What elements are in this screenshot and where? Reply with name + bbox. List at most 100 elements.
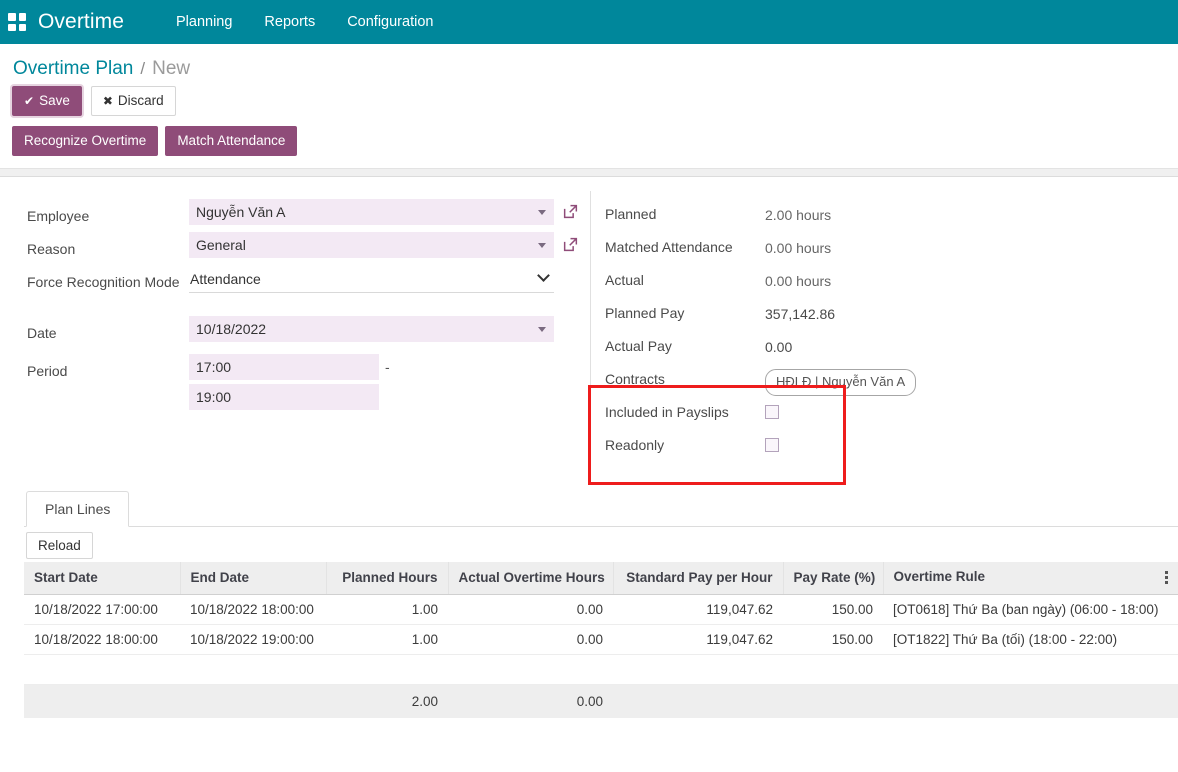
cell-actual-overtime-hours: 0.00 — [448, 595, 613, 625]
planned-pay-value: 357,142.86 — [765, 298, 835, 325]
form-sheet: Employee Nguyễn Văn A — [0, 177, 1178, 718]
record-action-buttons: ✔ Save ✖ Discard — [0, 86, 1178, 116]
field-actual: Actual 0.00 hours — [605, 265, 1150, 298]
force-recognition-mode-select[interactable]: Attendance — [189, 265, 554, 293]
column-standard-pay-per-hour[interactable]: Standard Pay per Hour — [613, 562, 783, 595]
table-totals-row: 2.00 0.00 — [24, 685, 1178, 719]
menu-planning[interactable]: Planning — [160, 0, 248, 44]
field-force-recognition-mode: Force Recognition Mode Attendance — [27, 265, 590, 298]
field-period: Period 17:00 - 19:00 — [27, 354, 590, 410]
matched-attendance-label: Matched Attendance — [605, 232, 765, 258]
apps-grid-icon[interactable] — [8, 13, 26, 31]
field-employee: Employee Nguyễn Văn A — [27, 199, 590, 232]
cell-end-date: 10/18/2022 19:00:00 — [180, 625, 326, 655]
actual-value: 0.00 hours — [765, 265, 831, 292]
force-recognition-mode-value: Attendance — [190, 271, 261, 287]
menu-reports[interactable]: Reports — [248, 0, 331, 44]
readonly-label: Readonly — [605, 430, 765, 456]
apps-grid-square — [8, 13, 16, 21]
force-recognition-mode-label: Force Recognition Mode — [27, 265, 189, 293]
cell-planned-hours: 1.00 — [326, 625, 448, 655]
contracts-label: Contracts — [605, 364, 765, 390]
table-row[interactable]: 10/18/2022 17:00:00 10/18/2022 18:00:00 … — [24, 595, 1178, 625]
employee-input[interactable]: Nguyễn Văn A — [189, 199, 554, 225]
period-from-input[interactable]: 17:00 — [189, 354, 379, 380]
kebab-menu-icon[interactable] — [1165, 571, 1168, 586]
period-to-input[interactable]: 19:00 — [189, 384, 379, 410]
period-separator: - — [385, 354, 390, 380]
field-actual-pay: Actual Pay 0.00 — [605, 331, 1150, 364]
table-header: Start Date End Date Planned Hours Actual… — [24, 562, 1178, 595]
chevron-down-icon — [537, 269, 550, 282]
field-planned: Planned 2.00 hours — [605, 199, 1150, 232]
column-actual-overtime-hours[interactable]: Actual Overtime Hours — [448, 562, 613, 595]
field-date: Date 10/18/2022 — [27, 316, 590, 349]
reload-button[interactable]: Reload — [26, 532, 93, 559]
cell-start-date: 10/18/2022 17:00:00 — [24, 595, 180, 625]
date-label: Date — [27, 316, 189, 344]
actual-pay-label: Actual Pay — [605, 331, 765, 357]
cell-pay-rate: 150.00 — [783, 595, 883, 625]
column-planned-hours[interactable]: Planned Hours — [326, 562, 448, 595]
field-readonly: Readonly — [605, 430, 1150, 463]
reason-input[interactable]: General — [189, 232, 554, 258]
save-button-label: Save — [39, 92, 70, 110]
table-footer: 2.00 0.00 — [24, 685, 1178, 719]
top-navbar: Overtime Planning Reports Configuration — [0, 0, 1178, 44]
chevron-down-icon[interactable] — [538, 243, 546, 248]
reason-external-link-icon[interactable] — [562, 236, 579, 253]
notebook-tabs: Plan Lines — [24, 491, 1178, 527]
form-column-left: Employee Nguyễn Văn A — [0, 199, 590, 463]
apps-grid-square — [8, 24, 16, 32]
breadcrumb-root[interactable]: Overtime Plan — [13, 58, 133, 80]
recognize-overtime-button[interactable]: Recognize Overtime — [12, 126, 158, 156]
cell-start-date: 10/18/2022 18:00:00 — [24, 625, 180, 655]
field-planned-pay: Planned Pay 357,142.86 — [605, 298, 1150, 331]
breadcrumb-separator: / — [140, 59, 145, 79]
cell-overtime-rule: [OT1822] Thứ Ba (tối) (18:00 - 22:00) — [883, 625, 1178, 655]
field-included-in-payslips: Included in Payslips — [605, 397, 1150, 430]
contracts-tag[interactable]: HĐLĐ | Nguyễn Văn A — [765, 369, 916, 396]
notebook: Plan Lines Reload Start Date End Date Pl… — [0, 491, 1178, 718]
readonly-checkbox[interactable] — [765, 438, 779, 452]
date-value: 10/18/2022 — [196, 321, 266, 337]
employee-external-link-icon[interactable] — [562, 203, 579, 220]
chevron-down-icon[interactable] — [538, 210, 546, 215]
check-icon: ✔ — [24, 92, 34, 110]
included-in-payslips-checkbox[interactable] — [765, 405, 779, 419]
planned-label: Planned — [605, 199, 765, 225]
cell-pay-rate: 150.00 — [783, 625, 883, 655]
cell-overtime-rule: [OT0618] Thứ Ba (ban ngày) (06:00 - 18:0… — [883, 595, 1178, 625]
chevron-down-icon[interactable] — [538, 327, 546, 332]
column-overtime-rule-label: Overtime Rule — [894, 569, 986, 584]
field-matched-attendance: Matched Attendance 0.00 hours — [605, 232, 1150, 265]
discard-button-label: Discard — [118, 92, 164, 110]
date-input[interactable]: 10/18/2022 — [189, 316, 554, 342]
planned-pay-label: Planned Pay — [605, 298, 765, 324]
cell-end-date: 10/18/2022 18:00:00 — [180, 595, 326, 625]
apps-grid-square — [19, 24, 27, 32]
column-pay-rate[interactable]: Pay Rate (%) — [783, 562, 883, 595]
close-icon: ✖ — [103, 92, 113, 110]
period-label: Period — [27, 354, 189, 382]
employee-value: Nguyễn Văn A — [196, 204, 286, 220]
save-button[interactable]: ✔ Save — [12, 86, 82, 116]
table-row-empty[interactable] — [24, 655, 1178, 685]
field-reason: Reason General — [27, 232, 590, 265]
column-end-date[interactable]: End Date — [180, 562, 326, 595]
menu-configuration[interactable]: Configuration — [331, 0, 449, 44]
table-row[interactable]: 10/18/2022 18:00:00 10/18/2022 19:00:00 … — [24, 625, 1178, 655]
cell-actual-overtime-hours: 0.00 — [448, 625, 613, 655]
cell-planned-hours: 1.00 — [326, 595, 448, 625]
column-overtime-rule[interactable]: Overtime Rule — [883, 562, 1178, 595]
column-start-date[interactable]: Start Date — [24, 562, 180, 595]
reason-label: Reason — [27, 232, 189, 260]
match-attendance-button[interactable]: Match Attendance — [165, 126, 297, 156]
app-brand[interactable]: Overtime — [38, 10, 124, 34]
tab-plan-lines[interactable]: Plan Lines — [26, 491, 129, 527]
field-contracts: Contracts HĐLĐ | Nguyễn Văn A — [605, 364, 1150, 397]
planned-value: 2.00 hours — [765, 199, 831, 226]
matched-attendance-value: 0.00 hours — [765, 232, 831, 259]
discard-button[interactable]: ✖ Discard — [91, 86, 176, 116]
cell-standard-pay-per-hour: 119,047.62 — [613, 595, 783, 625]
